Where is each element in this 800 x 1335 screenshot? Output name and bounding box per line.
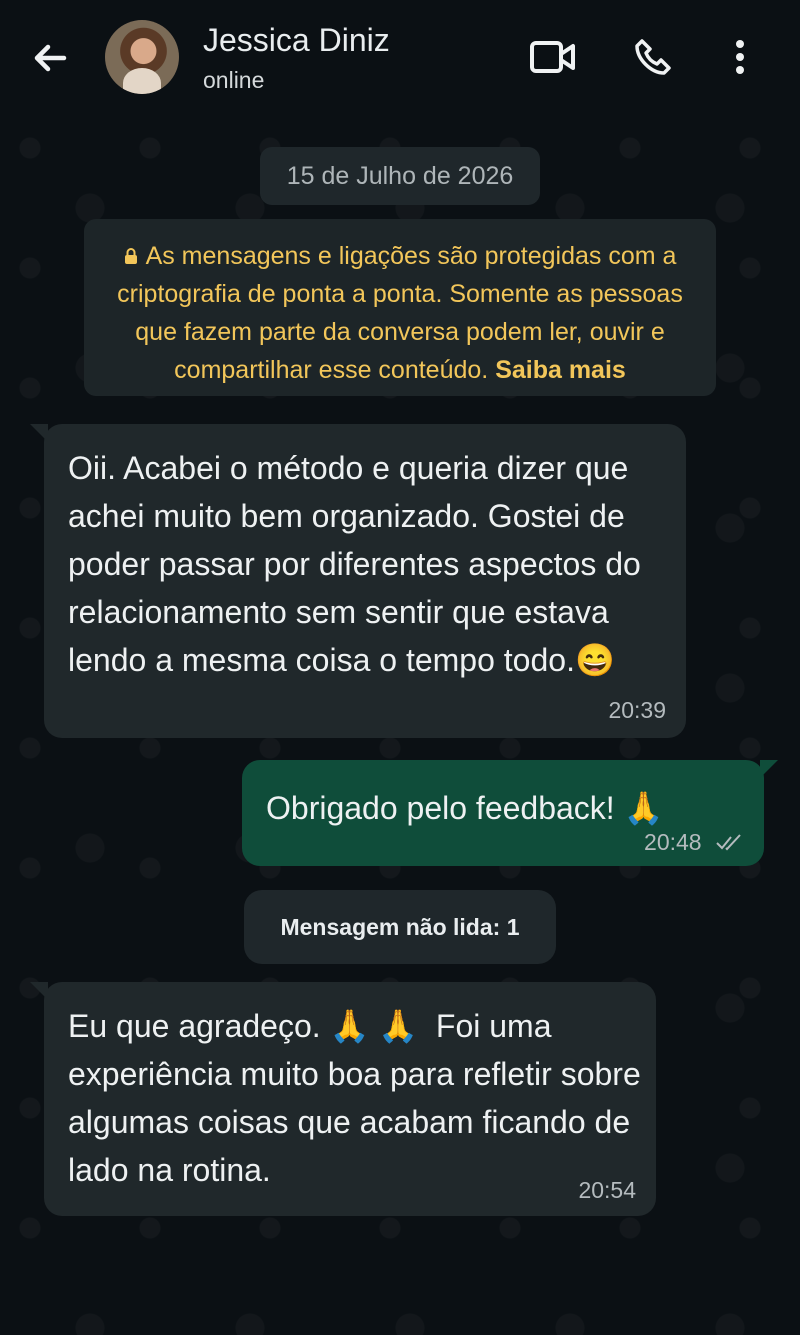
message-time: 20:54: [578, 1177, 636, 1203]
avatar[interactable]: [105, 20, 179, 94]
vertical-dots-icon: [736, 40, 744, 74]
learn-more-link[interactable]: Saiba mais: [495, 356, 626, 384]
unread-message-divider: Mensagem não lida: 1: [244, 890, 556, 964]
arrow-left-icon: [34, 44, 67, 72]
contact-name[interactable]: Jessica Diniz: [203, 22, 390, 59]
video-call-button[interactable]: [528, 36, 578, 83]
encryption-notice: As mensagens e ligações são protegidas c…: [84, 219, 716, 396]
message-time-with-status: 20:48: [644, 829, 744, 856]
voice-call-button[interactable]: [632, 36, 674, 83]
lock-icon: [124, 248, 137, 264]
chat-header: Jessica Diniz online: [0, 0, 800, 118]
praying-hands-emoji: 🙏: [623, 790, 664, 826]
phone-icon: [635, 39, 671, 75]
message-text: Obrigado pelo feedback! 🙏: [266, 790, 664, 826]
back-button[interactable]: [30, 38, 70, 78]
date-chip: 15 de Julho de 2026: [260, 147, 540, 205]
double-check-icon: [716, 834, 741, 851]
message-time: 20:39: [608, 697, 666, 723]
message-bubble-incoming[interactable]: Oii. Acabei o método e queria dizer que …: [30, 424, 686, 738]
message-text: Oii. Acabei o método e queria dizer que …: [68, 450, 650, 678]
video-camera-icon: [530, 41, 575, 73]
message-bubble-incoming[interactable]: Eu que agradeço. 🙏 🙏 Foi uma experiência…: [30, 982, 656, 1216]
contact-status: online: [203, 67, 265, 93]
message-text: Eu que agradeço. 🙏 🙏 Foi uma experiência…: [68, 1008, 650, 1188]
message-bubble-outgoing[interactable]: Obrigado pelo feedback! 🙏 20:48: [242, 760, 778, 866]
grinning-emoji: 😄: [574, 642, 615, 678]
more-options-button[interactable]: [728, 36, 752, 83]
